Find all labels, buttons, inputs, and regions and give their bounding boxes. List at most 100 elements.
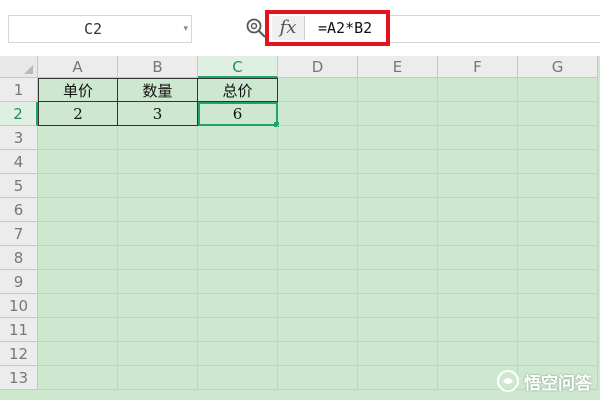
cell-a10[interactable] [38,294,118,318]
cell-b8[interactable] [118,246,198,270]
cell-e5[interactable] [358,174,438,198]
cell-c2[interactable]: 6 [198,102,278,126]
cell-c9[interactable] [198,270,278,294]
column-header-f[interactable]: F [438,56,518,78]
cell-e11[interactable] [358,318,438,342]
column-header-d[interactable]: D [278,56,358,78]
cell-d8[interactable] [278,246,358,270]
cell-b7[interactable] [118,222,198,246]
cell-d4[interactable] [278,150,358,174]
column-header-c[interactable]: C [198,56,278,78]
column-header-a[interactable]: A [38,56,118,78]
cell-f7[interactable] [438,222,518,246]
cell-f1[interactable] [438,78,518,102]
cell-b5[interactable] [118,174,198,198]
cell-g12[interactable] [518,342,598,366]
cell-d6[interactable] [278,198,358,222]
row-header-4[interactable]: 4 [0,150,38,174]
cell-a13[interactable] [38,366,118,390]
row-header-6[interactable]: 6 [0,198,38,222]
cell-d7[interactable] [278,222,358,246]
cell-c3[interactable] [198,126,278,150]
cell-b4[interactable] [118,150,198,174]
cell-d1[interactable] [278,78,358,102]
cell-a9[interactable] [38,270,118,294]
cell-d12[interactable] [278,342,358,366]
cell-f12[interactable] [438,342,518,366]
cell-e6[interactable] [358,198,438,222]
cell-g8[interactable] [518,246,598,270]
select-all-corner[interactable] [0,56,38,78]
cell-c13[interactable] [198,366,278,390]
formula-input-area[interactable] [390,15,600,43]
cell-d10[interactable] [278,294,358,318]
cell-g2[interactable] [518,102,598,126]
cell-e2[interactable] [358,102,438,126]
cell-b2[interactable]: 3 [118,102,198,126]
cell-f5[interactable] [438,174,518,198]
row-header-2[interactable]: 2 [0,102,38,126]
cell-c12[interactable] [198,342,278,366]
row-header-1[interactable]: 1 [0,78,38,102]
cell-d5[interactable] [278,174,358,198]
cell-a11[interactable] [38,318,118,342]
cell-b1[interactable]: 数量 [118,78,198,102]
row-header-12[interactable]: 12 [0,342,38,366]
cell-a7[interactable] [38,222,118,246]
row-header-10[interactable]: 10 [0,294,38,318]
cell-e8[interactable] [358,246,438,270]
row-header-7[interactable]: 7 [0,222,38,246]
cell-d2[interactable] [278,102,358,126]
cell-b11[interactable] [118,318,198,342]
column-header-b[interactable]: B [118,56,198,78]
row-header-5[interactable]: 5 [0,174,38,198]
cell-a6[interactable] [38,198,118,222]
cell-e1[interactable] [358,78,438,102]
fx-button[interactable]: fx [272,16,305,40]
row-header-9[interactable]: 9 [0,270,38,294]
cell-b3[interactable] [118,126,198,150]
row-header-11[interactable]: 11 [0,318,38,342]
cell-e13[interactable] [358,366,438,390]
cell-b10[interactable] [118,294,198,318]
cell-d13[interactable] [278,366,358,390]
cell-g9[interactable] [518,270,598,294]
cell-b6[interactable] [118,198,198,222]
cell-c6[interactable] [198,198,278,222]
cell-a5[interactable] [38,174,118,198]
cell-d9[interactable] [278,270,358,294]
cell-a3[interactable] [38,126,118,150]
cell-c7[interactable] [198,222,278,246]
cell-c5[interactable] [198,174,278,198]
cell-c8[interactable] [198,246,278,270]
cell-f11[interactable] [438,318,518,342]
cell-f6[interactable] [438,198,518,222]
column-header-e[interactable]: E [358,56,438,78]
cell-g3[interactable] [518,126,598,150]
cell-d11[interactable] [278,318,358,342]
cell-d3[interactable] [278,126,358,150]
cell-b13[interactable] [118,366,198,390]
cell-b12[interactable] [118,342,198,366]
cell-e3[interactable] [358,126,438,150]
chevron-down-icon[interactable]: ▾ [183,16,188,42]
cell-c4[interactable] [198,150,278,174]
cell-g6[interactable] [518,198,598,222]
formula-input[interactable]: =A2*B2 [318,16,372,40]
cell-f2[interactable] [438,102,518,126]
cell-e10[interactable] [358,294,438,318]
cell-a8[interactable] [38,246,118,270]
row-header-13[interactable]: 13 [0,366,38,390]
cell-f8[interactable] [438,246,518,270]
cell-g5[interactable] [518,174,598,198]
cell-e4[interactable] [358,150,438,174]
column-header-g[interactable]: G [518,56,598,78]
cell-f4[interactable] [438,150,518,174]
name-box[interactable]: C2 ▾ [8,15,192,43]
cell-e7[interactable] [358,222,438,246]
cell-a2[interactable]: 2 [38,102,118,126]
cell-g11[interactable] [518,318,598,342]
cell-f3[interactable] [438,126,518,150]
cell-e12[interactable] [358,342,438,366]
cell-c10[interactable] [198,294,278,318]
